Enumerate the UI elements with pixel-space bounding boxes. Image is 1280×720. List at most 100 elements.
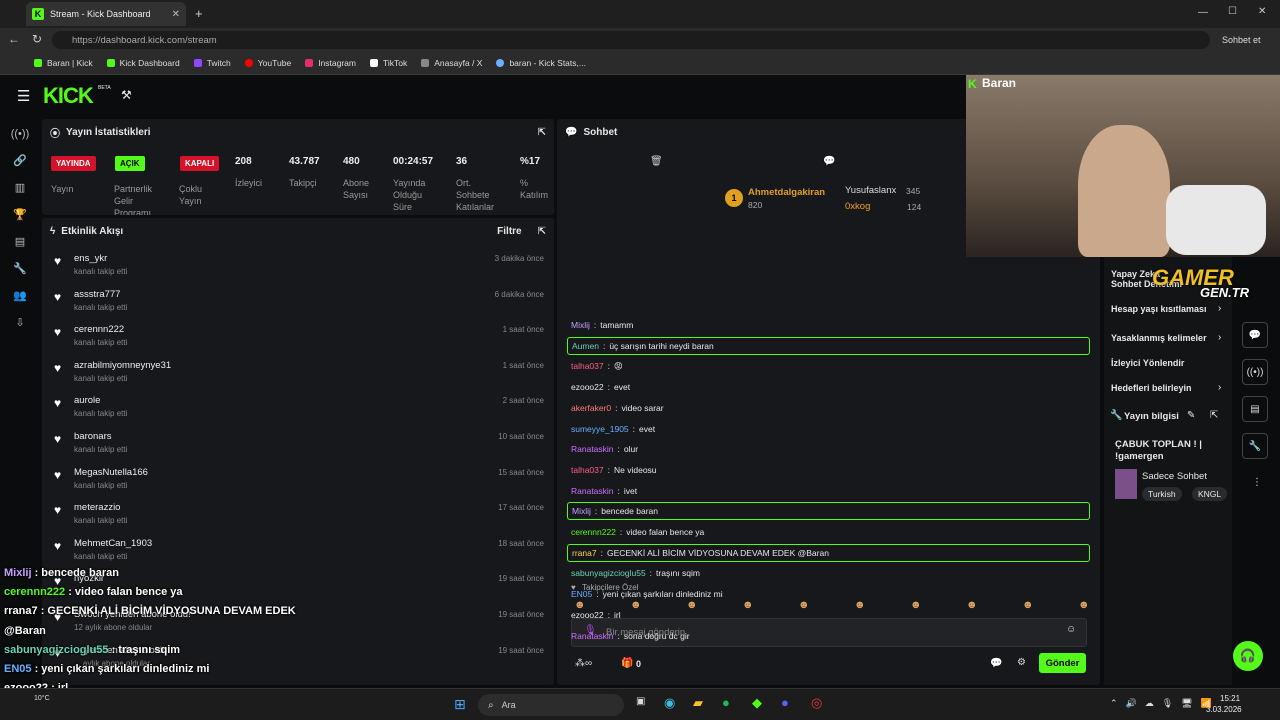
chat-username[interactable]: sumeyye_1905 bbox=[571, 424, 629, 434]
clock-time[interactable]: 15:21 bbox=[1220, 694, 1240, 703]
chat-username[interactable]: talha037 bbox=[571, 465, 604, 475]
maximize-button[interactable]: ☐ bbox=[1228, 6, 1237, 17]
chat-username[interactable]: ezooo22 bbox=[571, 610, 604, 620]
chat-username[interactable]: Mixlij bbox=[572, 506, 591, 516]
menu-item[interactable]: İzleyici Yönlendir bbox=[1111, 358, 1184, 368]
broadcast-tool-button[interactable]: ((•)) bbox=[1242, 359, 1268, 385]
activity-user[interactable]: azrabilmiyomneynye31 bbox=[74, 360, 171, 371]
back-icon[interactable]: ← bbox=[8, 32, 20, 46]
category-name[interactable]: Sadece Sohbet bbox=[1142, 471, 1207, 482]
link-icon[interactable]: 🔗 bbox=[0, 147, 40, 174]
tray-icons[interactable]: ⌃🔊☁🎙🖥📶 bbox=[1110, 698, 1220, 709]
chat-tool-button[interactable]: 💬 bbox=[1242, 322, 1268, 348]
filter-button[interactable]: Filtre bbox=[497, 226, 521, 237]
app-icon[interactable]: ◆ bbox=[752, 695, 762, 711]
tag[interactable]: KNGL bbox=[1192, 487, 1228, 501]
bookmark-item[interactable]: TikTok bbox=[369, 58, 407, 68]
popout-icon[interactable]: ⇱ bbox=[1210, 410, 1218, 421]
menu-item[interactable]: Hesap yaşı kısıtlaması bbox=[1111, 304, 1207, 314]
video-icon[interactable]: ▤ bbox=[0, 228, 40, 255]
stream-icon[interactable]: ((•)) bbox=[0, 120, 40, 147]
emote-icon[interactable]: ☻ bbox=[910, 599, 922, 611]
profile-sidebar-label[interactable]: Sohbet et bbox=[1222, 35, 1261, 45]
activity-user[interactable]: assstra777 bbox=[74, 289, 120, 300]
chat-username[interactable]: cerennn222 bbox=[571, 527, 616, 537]
emote-icon[interactable]: ☻ bbox=[798, 599, 810, 611]
edge-icon[interactable]: ◉ bbox=[664, 695, 675, 711]
close-tab-icon[interactable]: ✕ bbox=[172, 9, 180, 20]
url-field[interactable]: https://dashboard.kick.com/stream bbox=[52, 31, 1210, 49]
chat-username[interactable]: EN05 bbox=[571, 589, 592, 599]
menu-item[interactable]: Yasaklanmış kelimeler bbox=[1111, 333, 1207, 343]
wrench-tool-button[interactable]: 🔧 bbox=[1242, 433, 1268, 459]
bookmark-item[interactable]: baran - Kick Stats,... bbox=[496, 58, 586, 68]
emote-icon[interactable]: ☻ bbox=[742, 599, 754, 611]
weather-temp[interactable]: 10°C bbox=[34, 695, 50, 702]
bookmark-item[interactable]: Anasayfa / X bbox=[421, 58, 482, 68]
chat-username[interactable]: talha037 bbox=[571, 361, 604, 371]
spotify-icon[interactable]: ● bbox=[722, 695, 730, 710]
send-button[interactable]: Gönder bbox=[1039, 653, 1086, 673]
layout-tool-button[interactable]: ▤ bbox=[1242, 396, 1268, 422]
download-icon[interactable]: ⇩ bbox=[0, 309, 40, 336]
chat-username[interactable]: akerfaker0 bbox=[571, 403, 611, 413]
chart-icon[interactable]: ▥ bbox=[0, 174, 40, 201]
trophy-icon[interactable]: 🏆 bbox=[0, 201, 40, 228]
clock-date[interactable]: 3.03.2026 bbox=[1206, 705, 1242, 714]
taskview-icon[interactable]: ▣ bbox=[636, 696, 645, 707]
chat-username[interactable]: Ranataskin bbox=[571, 486, 614, 496]
close-window-button[interactable]: ✕ bbox=[1258, 6, 1266, 17]
leader-1-name[interactable]: Ahmetdalgakiran bbox=[748, 187, 825, 198]
points-icon[interactable]: ⁂∞ bbox=[575, 658, 592, 669]
emote-icon[interactable]: ☻ bbox=[854, 599, 866, 611]
browser-tab[interactable]: K Stream - Kick Dashboard ✕ bbox=[26, 2, 186, 26]
chat-bubble-icon[interactable]: 💬 bbox=[823, 156, 835, 167]
discord-icon[interactable]: ● bbox=[781, 695, 789, 710]
users-icon[interactable]: 👥 bbox=[0, 282, 40, 309]
emote-icon[interactable]: ☻ bbox=[686, 599, 698, 611]
refresh-icon[interactable]: ↻ bbox=[32, 32, 42, 46]
windows-start-icon[interactable]: ⊞ bbox=[454, 696, 466, 713]
activity-user[interactable]: MegasNutella166 bbox=[74, 467, 148, 478]
emote-icon[interactable]: ☻ bbox=[1022, 599, 1034, 611]
bookmark-item[interactable]: Baran | Kick bbox=[34, 58, 93, 68]
chat-username[interactable]: rrana7 bbox=[572, 548, 597, 558]
taskbar-search[interactable]: ⌕ Ara bbox=[478, 694, 624, 716]
emote-icon[interactable]: ☻ bbox=[574, 599, 586, 611]
trash-icon[interactable]: 🗑 bbox=[650, 156, 663, 167]
activity-user[interactable]: MehmetCan_1903 bbox=[74, 538, 152, 549]
more-icon[interactable]: ⋮ bbox=[1252, 477, 1262, 488]
new-tab-button[interactable]: + bbox=[195, 6, 203, 21]
gift-icon[interactable]: 🎁 bbox=[621, 658, 633, 669]
explorer-icon[interactable]: ▰ bbox=[693, 695, 703, 711]
support-button[interactable]: 🎧 bbox=[1233, 641, 1263, 671]
menu-item[interactable]: Hedefleri belirleyin bbox=[1111, 383, 1192, 393]
hammer-icon[interactable]: ⚒ bbox=[121, 88, 132, 102]
bookmark-item[interactable]: Twitch bbox=[193, 58, 231, 68]
chat-username[interactable]: sabunyagizcioglu55 bbox=[571, 568, 646, 578]
chat-username[interactable]: Mixlij bbox=[571, 320, 590, 330]
chat-username[interactable]: Ranataskin bbox=[571, 444, 614, 454]
edit-icon[interactable]: ✎ bbox=[1187, 410, 1195, 421]
activity-user[interactable]: baronars bbox=[74, 431, 112, 442]
chat-username[interactable]: Ranataskin bbox=[571, 631, 614, 641]
kick-logo[interactable]: KICK bbox=[43, 83, 94, 109]
tag[interactable]: Turkish bbox=[1142, 487, 1182, 501]
emote-icon[interactable]: ☻ bbox=[1078, 599, 1090, 611]
popout-icon[interactable]: ⇱ bbox=[538, 226, 546, 237]
activity-user[interactable]: ens_ykr bbox=[74, 253, 107, 264]
activity-user[interactable]: cerennn222 bbox=[74, 324, 124, 335]
bookmark-item[interactable]: Instagram bbox=[305, 58, 356, 68]
wrench-icon[interactable]: 🔧 bbox=[0, 255, 40, 282]
leader-2-name[interactable]: Yusufaslanx bbox=[845, 185, 896, 196]
activity-user[interactable]: meterazzio bbox=[74, 502, 120, 513]
popout-icon[interactable]: ⇱ bbox=[538, 127, 546, 138]
emoji-icon[interactable]: ☺ bbox=[1066, 624, 1076, 635]
bookmark-item[interactable]: Kick Dashboard bbox=[106, 58, 180, 68]
menu-icon[interactable]: ☰ bbox=[17, 87, 30, 105]
gear-icon[interactable]: ⚙ bbox=[1017, 657, 1026, 668]
emote-icon[interactable]: ☻ bbox=[966, 599, 978, 611]
activity-user[interactable]: aurole bbox=[74, 395, 100, 406]
chrome-icon[interactable]: ◎ bbox=[811, 695, 822, 711]
bookmark-item[interactable]: YouTube bbox=[244, 58, 291, 68]
